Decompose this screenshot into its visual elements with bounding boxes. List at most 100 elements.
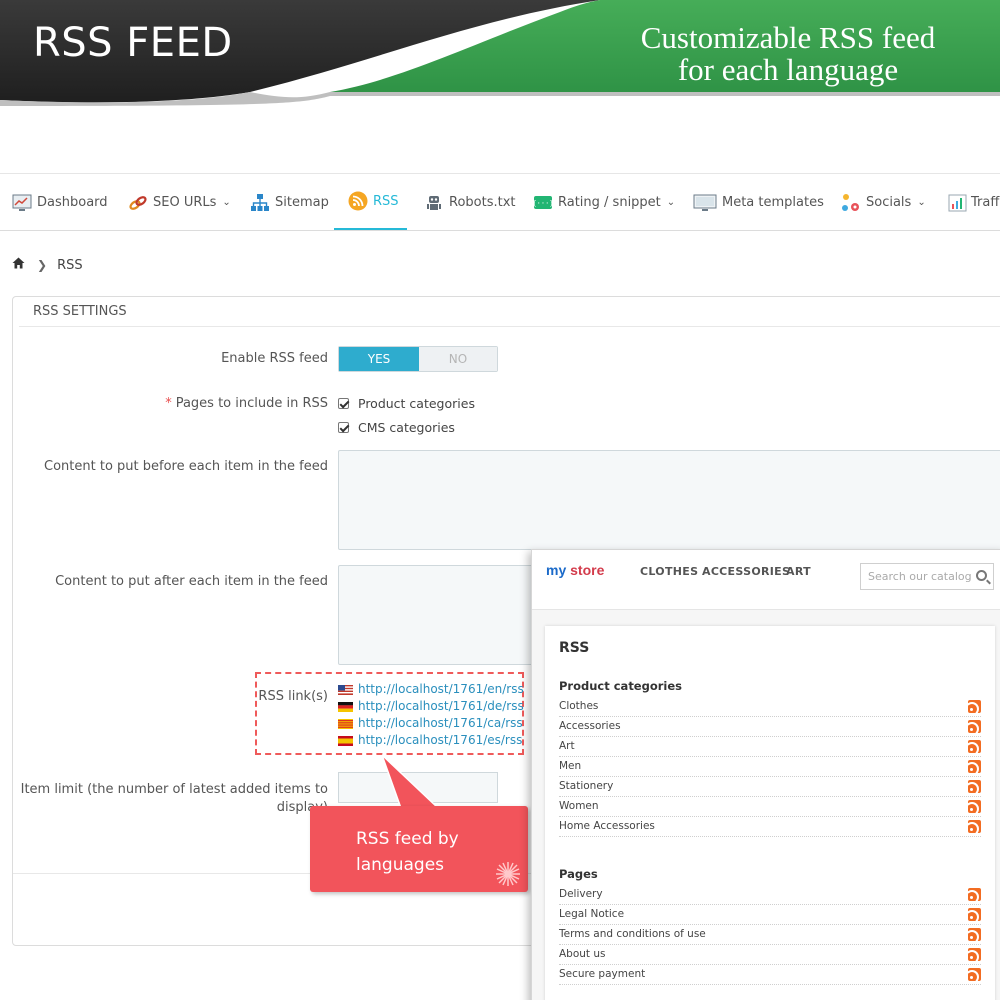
- rss-links-label: RSS link(s): [258, 689, 328, 704]
- checkbox-label: CMS categories: [358, 420, 455, 435]
- content-before-textarea[interactable]: [338, 450, 1000, 550]
- rss-feed-icon[interactable]: [968, 780, 981, 793]
- callout-bubble: RSS feed by languages: [310, 806, 528, 892]
- module-tabs: Dashboard SEO URLs ⌄ Sitemap RSS Robots.…: [0, 173, 1000, 231]
- store-card-title: RSS: [559, 640, 590, 656]
- chevron-down-icon: ⌄: [222, 197, 231, 208]
- rss-feed-icon[interactable]: [968, 908, 981, 921]
- list-item[interactable]: Clothes: [559, 697, 981, 717]
- snippet-icon: {···}: [532, 193, 554, 213]
- rss-link-url[interactable]: http://localhost/1761/en/rss: [358, 682, 524, 696]
- tab-label: Meta templates: [722, 195, 824, 210]
- rss-link-es[interactable]: http://localhost/1761/es/rss: [338, 733, 522, 747]
- rss-feed-icon[interactable]: [968, 948, 981, 961]
- svg-text:{···}: {···}: [533, 199, 553, 207]
- checkbox-label: Product categories: [358, 396, 475, 411]
- tab-label: Traff: [971, 195, 1000, 210]
- tab-traffic[interactable]: Traff: [948, 174, 1000, 230]
- store-nav-accessories[interactable]: ACCESSORIES: [702, 565, 790, 578]
- list-item[interactable]: Art: [559, 737, 981, 757]
- item-limit-label-line1: Item limit (the number of latest added i…: [20, 782, 328, 797]
- content-before-label: Content to put before each item in the f…: [44, 459, 328, 474]
- search-icon[interactable]: [976, 570, 987, 581]
- rss-link-ca[interactable]: http://localhost/1761/ca/rss: [338, 716, 523, 730]
- rss-link-url[interactable]: http://localhost/1761/de/rss: [358, 699, 524, 713]
- callout-text: RSS feed by languages: [356, 826, 506, 878]
- rss-feed-icon[interactable]: [968, 700, 981, 713]
- rss-feed-icon[interactable]: [968, 760, 981, 773]
- home-icon[interactable]: [12, 257, 25, 273]
- checkbox-cms-categories[interactable]: CMS categories: [338, 420, 455, 435]
- rss-feed-icon[interactable]: [968, 820, 981, 833]
- banner-tagline-line1: Customizable RSS feed: [640, 20, 936, 55]
- list-item[interactable]: Accessories: [559, 717, 981, 737]
- rss-link-url[interactable]: http://localhost/1761/ca/rss: [358, 716, 523, 730]
- item-limit-label-line2: display): [276, 800, 328, 815]
- checkbox-checked-icon[interactable]: [338, 422, 349, 433]
- de-flag-icon: [338, 701, 353, 712]
- toggle-yes-option[interactable]: YES: [339, 347, 419, 371]
- pages-include-label: * Pages to include in RSS: [100, 396, 328, 411]
- store-logo[interactable]: my store: [546, 562, 604, 578]
- content-after-label: Content to put after each item in the fe…: [55, 574, 328, 589]
- tab-rss[interactable]: RSS: [334, 174, 407, 230]
- callout-line2: languages: [356, 855, 445, 875]
- dashboard-icon: [12, 193, 32, 213]
- list-item[interactable]: Home Accessories: [559, 817, 981, 837]
- rss-feed-icon[interactable]: [968, 800, 981, 813]
- rss-link-de[interactable]: http://localhost/1761/de/rss: [338, 699, 524, 713]
- rss-link-en[interactable]: http://localhost/1761/en/rss: [338, 682, 524, 696]
- tab-label: Robots.txt: [449, 195, 516, 210]
- list-item[interactable]: Delivery: [559, 885, 981, 905]
- rss-link-url[interactable]: http://localhost/1761/es/rss: [358, 733, 522, 747]
- list-item[interactable]: Secure payment: [559, 965, 981, 985]
- list-item[interactable]: Legal Notice: [559, 905, 981, 925]
- us-flag-icon: [338, 684, 353, 695]
- list-item[interactable]: Women: [559, 797, 981, 817]
- social-icon: [841, 193, 861, 213]
- rss-feed-icon[interactable]: [968, 740, 981, 753]
- robot-icon: [424, 193, 444, 213]
- list-item[interactable]: Men: [559, 757, 981, 777]
- store-nav-clothes[interactable]: CLOTHES: [640, 565, 698, 578]
- tab-dashboard[interactable]: Dashboard: [12, 174, 108, 230]
- tab-socials[interactable]: Socials ⌄: [841, 174, 926, 230]
- tab-sitemap[interactable]: Sitemap: [250, 174, 329, 230]
- store-nav-art[interactable]: ART: [786, 565, 811, 578]
- pages-title: Pages: [559, 867, 598, 881]
- toggle-no-option[interactable]: NO: [419, 347, 497, 371]
- rss-feed-icon[interactable]: [968, 720, 981, 733]
- list-item[interactable]: Terms and conditions of use: [559, 925, 981, 945]
- tab-label: Dashboard: [37, 195, 108, 210]
- store-preview: my store CLOTHES ACCESSORIES ART Search …: [531, 549, 1000, 1000]
- tab-label: Sitemap: [275, 195, 329, 210]
- required-mark: *: [165, 396, 172, 411]
- banner-tagline-line2: for each language: [677, 52, 899, 87]
- sitemap-icon: [250, 193, 270, 213]
- checkbox-product-categories[interactable]: Product categories: [338, 396, 475, 411]
- enable-rss-label: Enable RSS feed: [221, 351, 328, 366]
- list-item[interactable]: Stationery: [559, 777, 981, 797]
- banner: RSS FEED Customizable RSS feed for each …: [0, 0, 1000, 110]
- es-flag-icon: [338, 735, 353, 746]
- callout-arrow: [381, 754, 440, 812]
- chevron-down-icon: ⌄: [666, 197, 676, 208]
- tab-meta-templates[interactable]: Meta templates: [693, 174, 824, 230]
- list-item[interactable]: About us: [559, 945, 981, 965]
- checkbox-checked-icon[interactable]: [338, 398, 349, 409]
- tab-label: RSS: [373, 193, 399, 209]
- rss-feed-icon[interactable]: [968, 888, 981, 901]
- chevron-down-icon: ⌄: [917, 197, 926, 208]
- enable-rss-toggle[interactable]: YES NO: [338, 346, 498, 372]
- rss-feed-icon[interactable]: [968, 968, 981, 981]
- link-icon: [128, 193, 148, 213]
- product-categories-title: Product categories: [559, 679, 683, 693]
- breadcrumb-separator-icon: ❯: [37, 258, 48, 272]
- store-search-input[interactable]: Search our catalog: [860, 563, 994, 590]
- store-search-placeholder: Search our catalog: [868, 570, 972, 583]
- tab-rating-snippet[interactable]: {···} Rating / snippet ⌄: [532, 174, 676, 230]
- pages-include-label-text: Pages to include in RSS: [175, 396, 328, 411]
- tab-seo-urls[interactable]: SEO URLs ⌄: [128, 174, 231, 230]
- tab-robots[interactable]: Robots.txt: [424, 174, 516, 230]
- rss-feed-icon[interactable]: [968, 928, 981, 941]
